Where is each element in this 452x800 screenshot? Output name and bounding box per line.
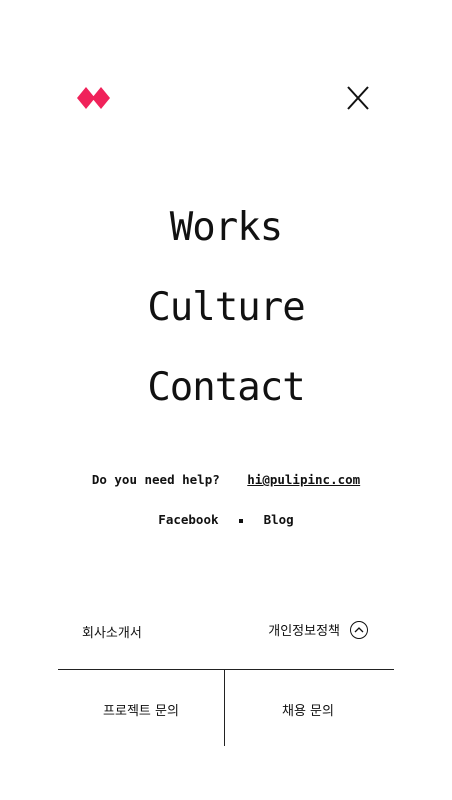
close-icon	[347, 86, 369, 110]
privacy-policy-label: 개인정보정책	[268, 624, 340, 639]
footer-divider	[58, 669, 394, 670]
chevron-up-icon	[350, 620, 368, 639]
nav-link-culture[interactable]: Culture	[0, 268, 452, 348]
separator-dot	[239, 518, 244, 523]
nav-link-contact[interactable]: Contact	[0, 348, 452, 428]
privacy-policy-toggle[interactable]: 개인정보정책	[268, 620, 368, 639]
facebook-link[interactable]: Facebook	[158, 512, 218, 527]
nav-link-works[interactable]: Works	[0, 188, 452, 268]
help-row: Do you need help? hi@pulipinc.com	[0, 472, 452, 487]
social-links: Facebook Blog	[0, 512, 452, 527]
main-nav: Works Culture Contact	[0, 188, 452, 428]
recruit-inquiry-button[interactable]: 채용 문의	[225, 700, 391, 719]
diamond-logo-icon[interactable]	[77, 84, 111, 112]
help-question: Do you need help?	[91, 472, 220, 487]
project-inquiry-button[interactable]: 프로젝트 문의	[58, 700, 224, 719]
email-link[interactable]: hi@pulipinc.com	[247, 472, 360, 487]
close-button[interactable]	[344, 84, 372, 112]
blog-link[interactable]: Blog	[264, 512, 294, 527]
company-intro-link[interactable]: 회사소개서	[82, 622, 142, 641]
footer-links: 회사소개서 개인정보정책	[82, 620, 368, 642]
